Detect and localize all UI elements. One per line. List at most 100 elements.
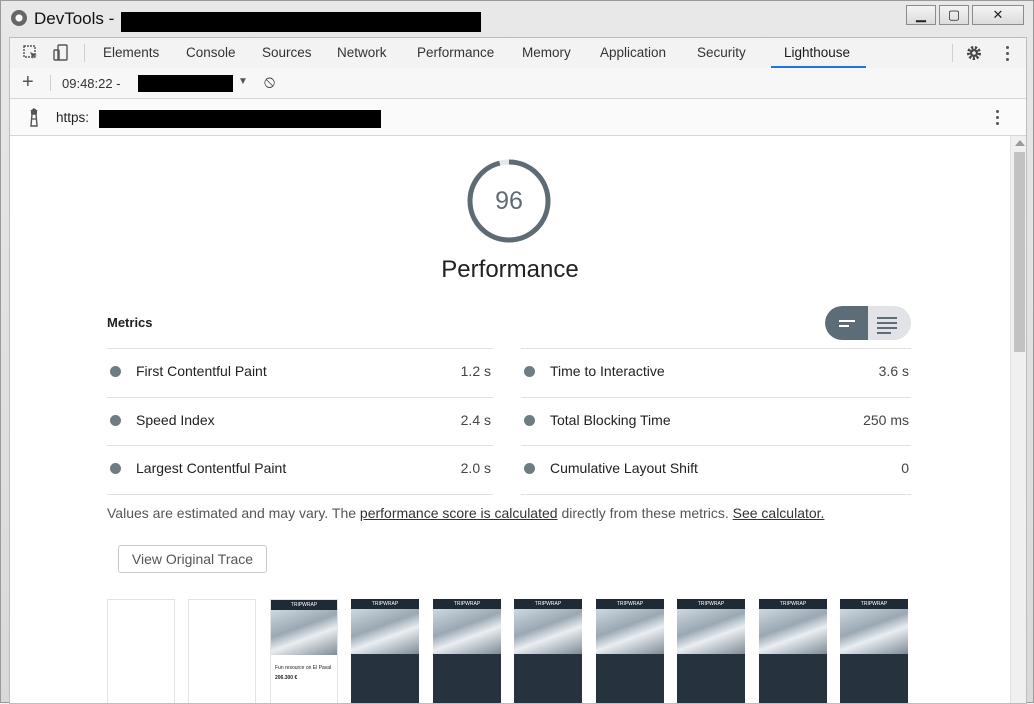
category-title: Performance: [441, 256, 579, 283]
score-calculation-link[interactable]: performance score is calculated: [360, 505, 558, 521]
clear-reports-block-icon[interactable]: ⦸: [264, 72, 275, 92]
frame-header: TRIPWRAP: [351, 599, 419, 609]
tab-sources[interactable]: Sources: [262, 38, 312, 68]
frame-price: 206.300 €: [275, 675, 298, 681]
filmstrip-frame: TRIPWRAP: [759, 599, 827, 703]
device-toolbar-icon[interactable]: [52, 43, 70, 63]
tab-elements[interactable]: Elements: [103, 38, 159, 68]
metric-total-blocking-time: Total Blocking Time 250 ms: [521, 397, 911, 446]
report-url-text: https:: [56, 110, 90, 125]
compact-view-icon: [839, 320, 855, 330]
filmstrip-frame: TRIPWRAP: [433, 599, 501, 703]
devtools-tab-bar: Elements Console Sources Network Perform…: [10, 38, 1026, 69]
filmstrip-frame: TRIPWRAP: [840, 599, 908, 703]
frame-image: [677, 609, 745, 654]
toolbar-divider: [84, 44, 85, 62]
see-calculator-link[interactable]: See calculator.: [733, 505, 825, 521]
metric-value: 250 ms: [863, 412, 909, 428]
frame-body: [433, 654, 501, 703]
devtools-app-icon: [11, 10, 27, 26]
new-report-plus-icon[interactable]: +: [22, 71, 34, 94]
metric-label: Total Blocking Time: [550, 412, 671, 428]
frame-header: TRIPWRAP: [514, 599, 582, 609]
close-button[interactable]: ✕: [972, 5, 1024, 25]
frame-image: [433, 609, 501, 654]
filmstrip-frame: TRIPWRAP: [677, 599, 745, 703]
compact-view-toggle-segment[interactable]: [825, 306, 868, 340]
frame-body: [514, 654, 582, 703]
settings-gear-icon[interactable]: [965, 44, 983, 62]
report-url-bar: https:: [10, 99, 1026, 136]
expanded-view-icon[interactable]: [877, 317, 897, 337]
view-original-trace-button[interactable]: View Original Trace: [118, 545, 267, 573]
filmstrip-frame: TRIPWRAP Fun resource on El Paval 206.30…: [270, 599, 338, 703]
redacted-url: [99, 110, 381, 128]
more-options-icon[interactable]: [1006, 46, 1010, 64]
metric-status-icon: [524, 366, 535, 377]
filmstrip-frame: TRIPWRAP: [351, 599, 419, 703]
disclaimer-text: directly from these metrics.: [557, 505, 733, 521]
lighthouse-report: 96 Performance Metrics First Contentful …: [10, 136, 1010, 703]
metric-status-icon: [110, 415, 121, 426]
frame-image: [514, 609, 582, 654]
scroll-up-arrow-icon[interactable]: [1015, 140, 1025, 146]
frame-header: TRIPWRAP: [840, 599, 908, 609]
redacted-title: [121, 12, 481, 32]
metric-label: Largest Contentful Paint: [136, 460, 287, 476]
metric-status-icon: [524, 463, 535, 474]
tab-security[interactable]: Security: [697, 38, 746, 68]
frame-image: [596, 609, 664, 654]
report-menu-icon[interactable]: [996, 110, 1000, 128]
tab-memory[interactable]: Memory: [522, 38, 571, 68]
devtools-window: DevTools - ▁ ▢ ✕ Elements Console Source…: [0, 0, 1034, 704]
performance-gauge: 96: [466, 158, 552, 244]
metric-time-to-interactive: Time to Interactive 3.6 s: [521, 348, 911, 397]
frame-body: [596, 654, 664, 703]
filmstrip: TRIPWRAP Fun resource on El Paval 206.30…: [107, 599, 917, 703]
frame-header: TRIPWRAP: [677, 599, 745, 609]
tab-lighthouse[interactable]: Lighthouse: [784, 38, 850, 68]
metric-speed-index: Speed Index 2.4 s: [107, 397, 493, 446]
minimize-button[interactable]: ▁: [906, 5, 936, 25]
frame-image: [759, 609, 827, 654]
report-scrollbar[interactable]: [1010, 136, 1026, 703]
inspect-element-icon[interactable]: [22, 44, 40, 62]
metric-largest-contentful-paint: Largest Contentful Paint 2.0 s: [107, 445, 493, 495]
window-title: DevTools -: [34, 9, 115, 28]
tab-console[interactable]: Console: [186, 38, 236, 68]
metric-label: Speed Index: [136, 412, 215, 428]
tab-application[interactable]: Application: [600, 38, 666, 68]
filmstrip-frame: [107, 599, 175, 703]
tab-performance[interactable]: Performance: [417, 38, 494, 68]
frame-caption: Fun resource on El Paval: [275, 665, 332, 671]
lighthouse-toolbar: + 09:48:22 - ▼ ⦸: [10, 68, 1026, 99]
scrollbar-thumb[interactable]: [1014, 152, 1025, 352]
frame-body: [759, 654, 827, 703]
title-bar: DevTools - ▁ ▢ ✕: [1, 1, 1033, 35]
frame-image: [840, 609, 908, 654]
lighthouse-logo-icon: [30, 108, 38, 127]
toolbar-divider: [50, 75, 51, 91]
metric-label: First Contentful Paint: [136, 363, 267, 379]
filmstrip-frame: [188, 599, 256, 703]
frame-image: [271, 610, 337, 655]
frame-header: TRIPWRAP: [596, 599, 664, 609]
filmstrip-frame: TRIPWRAP: [596, 599, 664, 703]
report-dropdown-chevron-icon[interactable]: ▼: [238, 76, 248, 87]
redacted-report-name: [138, 75, 233, 92]
metric-label: Time to Interactive: [550, 363, 665, 379]
metrics-disclaimer: Values are estimated and may vary. The p…: [107, 505, 824, 521]
metric-value: 2.4 s: [460, 412, 491, 428]
toolbar-divider: [952, 44, 953, 62]
maximize-button[interactable]: ▢: [939, 5, 969, 25]
metric-label: Cumulative Layout Shift: [550, 460, 698, 476]
metrics-view-toggle[interactable]: [825, 306, 911, 340]
metric-value: 2.0 s: [460, 460, 491, 476]
metric-value: 0: [901, 460, 909, 476]
tab-network[interactable]: Network: [337, 38, 387, 68]
metrics-heading: Metrics: [107, 315, 153, 330]
performance-score: 96: [495, 187, 523, 215]
metric-value: 1.2 s: [460, 363, 491, 379]
report-selector-label[interactable]: 09:48:22 -: [62, 76, 121, 91]
frame-body: Fun resource on El Paval 206.300 €: [271, 655, 337, 703]
